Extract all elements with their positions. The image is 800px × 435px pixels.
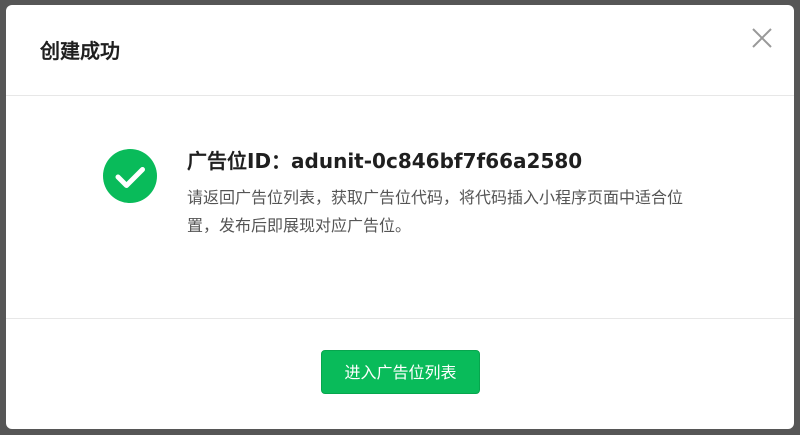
dialog-title: 创建成功 [40,39,120,63]
dialog-header: 创建成功 [6,5,794,96]
check-circle-icon [103,149,157,203]
dialog-footer: 进入广告位列表 [6,319,794,428]
ad-unit-id: 广告位ID：adunit-0c846bf7f66a2580 [187,149,583,173]
dialog-body: 广告位ID：adunit-0c846bf7f66a2580 请返回广告位列表，获… [6,96,794,319]
go-to-ad-unit-list-button[interactable]: 进入广告位列表 [321,350,480,394]
close-icon[interactable] [750,26,774,50]
success-dialog: 创建成功 广告位ID：adunit-0c846bf7f66a2580 请返回广告… [6,5,794,429]
success-description: 请返回广告位列表，获取广告位代码，将代码插入小程序页面中适合位置，发布后即展现对… [187,188,684,235]
